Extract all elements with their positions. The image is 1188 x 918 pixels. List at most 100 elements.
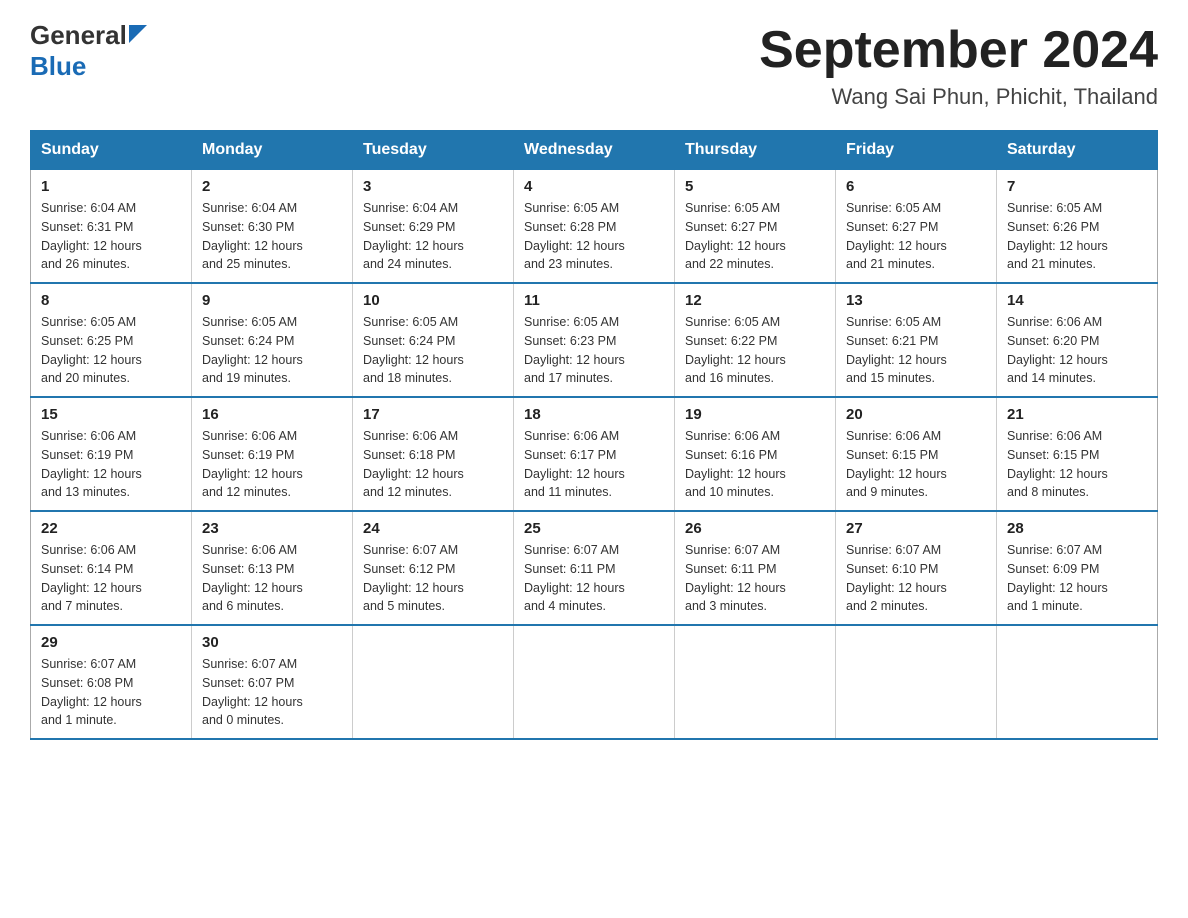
table-row: 16Sunrise: 6:06 AMSunset: 6:19 PMDayligh… [192,397,353,511]
day-info: Sunrise: 6:04 AMSunset: 6:30 PMDaylight:… [202,199,342,274]
day-info: Sunrise: 6:05 AMSunset: 6:27 PMDaylight:… [685,199,825,274]
day-info: Sunrise: 6:06 AMSunset: 6:16 PMDaylight:… [685,427,825,502]
table-row: 30 Sunrise: 6:07 AMSunset: 6:07 PMDayligh… [192,625,353,739]
day-number: 12 [685,292,825,309]
day-info: Sunrise: 6:06 AMSunset: 6:18 PMDaylight:… [363,427,503,502]
table-row: 10 Sunrise: 6:05 AMSunset: 6:24 PMDayligh… [353,283,514,397]
day-info: Sunrise: 6:07 AMSunset: 6:12 PMDaylight:… [363,541,503,616]
table-row: 8Sunrise: 6:05 AMSunset: 6:25 PMDaylight… [31,283,192,397]
day-number: 21 [1007,406,1147,423]
logo: General Blue [30,20,147,82]
day-number: 19 [685,406,825,423]
table-row: 5 Sunrise: 6:05 AMSunset: 6:27 PMDaylight… [675,170,836,284]
day-info: Sunrise: 6:06 AMSunset: 6:17 PMDaylight:… [524,427,664,502]
table-row: 28Sunrise: 6:07 AMSunset: 6:09 PMDayligh… [997,511,1158,625]
day-info: Sunrise: 6:04 AMSunset: 6:31 PMDaylight:… [41,199,181,274]
table-row: 1 Sunrise: 6:04 AMSunset: 6:31 PMDaylight… [31,170,192,284]
day-info: Sunrise: 6:07 AMSunset: 6:10 PMDaylight:… [846,541,986,616]
calendar-table: Sunday Monday Tuesday Wednesday Thursday… [30,130,1158,740]
calendar-header-row: Sunday Monday Tuesday Wednesday Thursday… [31,131,1158,170]
table-row: 24 Sunrise: 6:07 AMSunset: 6:12 PMDayligh… [353,511,514,625]
table-row: 20Sunrise: 6:06 AMSunset: 6:15 PMDayligh… [836,397,997,511]
calendar-week-row: 8Sunrise: 6:05 AMSunset: 6:25 PMDaylight… [31,283,1158,397]
logo-general: General [30,20,127,51]
table-row: 9 Sunrise: 6:05 AMSunset: 6:24 PMDaylight… [192,283,353,397]
table-row: 13 Sunrise: 6:05 AMSunset: 6:21 PMDayligh… [836,283,997,397]
table-row: 29Sunrise: 6:07 AMSunset: 6:08 PMDayligh… [31,625,192,739]
table-row: 7Sunrise: 6:05 AMSunset: 6:26 PMDaylight… [997,170,1158,284]
day-number: 18 [524,406,664,423]
table-row: 2 Sunrise: 6:04 AMSunset: 6:30 PMDaylight… [192,170,353,284]
calendar-week-row: 22Sunrise: 6:06 AMSunset: 6:14 PMDayligh… [31,511,1158,625]
day-info: Sunrise: 6:05 AMSunset: 6:28 PMDaylight:… [524,199,664,274]
table-row: 6Sunrise: 6:05 AMSunset: 6:27 PMDaylight… [836,170,997,284]
day-number: 17 [363,406,503,423]
day-number: 2 [202,178,342,195]
table-row: 22Sunrise: 6:06 AMSunset: 6:14 PMDayligh… [31,511,192,625]
table-row [675,625,836,739]
day-info: Sunrise: 6:05 AMSunset: 6:24 PMDaylight:… [363,313,503,388]
day-info: Sunrise: 6:06 AMSunset: 6:15 PMDaylight:… [1007,427,1147,502]
day-info: Sunrise: 6:06 AMSunset: 6:14 PMDaylight:… [41,541,181,616]
day-number: 1 [41,178,181,195]
table-row: 17 Sunrise: 6:06 AMSunset: 6:18 PMDayligh… [353,397,514,511]
day-number: 27 [846,520,986,537]
day-number: 28 [1007,520,1147,537]
table-row: 11 Sunrise: 6:05 AMSunset: 6:23 PMDayligh… [514,283,675,397]
day-number: 5 [685,178,825,195]
table-row: 18 Sunrise: 6:06 AMSunset: 6:17 PMDayligh… [514,397,675,511]
day-number: 25 [524,520,664,537]
table-row: 27 Sunrise: 6:07 AMSunset: 6:10 PMDayligh… [836,511,997,625]
day-number: 23 [202,520,342,537]
day-info: Sunrise: 6:07 AMSunset: 6:07 PMDaylight:… [202,655,342,730]
day-number: 3 [363,178,503,195]
day-number: 10 [363,292,503,309]
col-tuesday: Tuesday [353,131,514,170]
col-wednesday: Wednesday [514,131,675,170]
table-row: 15Sunrise: 6:06 AMSunset: 6:19 PMDayligh… [31,397,192,511]
day-number: 7 [1007,178,1147,195]
calendar-week-row: 29Sunrise: 6:07 AMSunset: 6:08 PMDayligh… [31,625,1158,739]
col-thursday: Thursday [675,131,836,170]
day-info: Sunrise: 6:07 AMSunset: 6:11 PMDaylight:… [524,541,664,616]
day-number: 20 [846,406,986,423]
logo-blue: Blue [30,51,86,82]
table-row: 23 Sunrise: 6:06 AMSunset: 6:13 PMDayligh… [192,511,353,625]
day-info: Sunrise: 6:05 AMSunset: 6:22 PMDaylight:… [685,313,825,388]
day-number: 30 [202,634,342,651]
day-number: 24 [363,520,503,537]
day-info: Sunrise: 6:06 AMSunset: 6:13 PMDaylight:… [202,541,342,616]
table-row: 26Sunrise: 6:07 AMSunset: 6:11 PMDayligh… [675,511,836,625]
day-number: 11 [524,292,664,309]
calendar-week-row: 1 Sunrise: 6:04 AMSunset: 6:31 PMDaylight… [31,170,1158,284]
day-info: Sunrise: 6:05 AMSunset: 6:25 PMDaylight:… [41,313,181,388]
title-area: September 2024 Wang Sai Phun, Phichit, T… [759,20,1158,110]
day-info: Sunrise: 6:05 AMSunset: 6:23 PMDaylight:… [524,313,664,388]
day-info: Sunrise: 6:05 AMSunset: 6:24 PMDaylight:… [202,313,342,388]
day-number: 13 [846,292,986,309]
table-row [997,625,1158,739]
calendar-subtitle: Wang Sai Phun, Phichit, Thailand [759,84,1158,110]
day-info: Sunrise: 6:04 AMSunset: 6:29 PMDaylight:… [363,199,503,274]
day-info: Sunrise: 6:05 AMSunset: 6:21 PMDaylight:… [846,313,986,388]
col-sunday: Sunday [31,131,192,170]
day-number: 29 [41,634,181,651]
col-saturday: Saturday [997,131,1158,170]
day-number: 16 [202,406,342,423]
table-row [353,625,514,739]
day-info: Sunrise: 6:07 AMSunset: 6:11 PMDaylight:… [685,541,825,616]
page-header: General Blue September 2024 Wang Sai Phu… [30,20,1158,110]
table-row: 19 Sunrise: 6:06 AMSunset: 6:16 PMDayligh… [675,397,836,511]
logo-triangle-icon [129,25,147,43]
table-row: 14 Sunrise: 6:06 AMSunset: 6:20 PMDayligh… [997,283,1158,397]
col-friday: Friday [836,131,997,170]
table-row: 25 Sunrise: 6:07 AMSunset: 6:11 PMDayligh… [514,511,675,625]
day-number: 4 [524,178,664,195]
day-number: 14 [1007,292,1147,309]
day-number: 15 [41,406,181,423]
day-info: Sunrise: 6:06 AMSunset: 6:20 PMDaylight:… [1007,313,1147,388]
calendar-title: September 2024 [759,20,1158,80]
table-row: 3 Sunrise: 6:04 AMSunset: 6:29 PMDaylight… [353,170,514,284]
day-info: Sunrise: 6:05 AMSunset: 6:27 PMDaylight:… [846,199,986,274]
day-number: 9 [202,292,342,309]
